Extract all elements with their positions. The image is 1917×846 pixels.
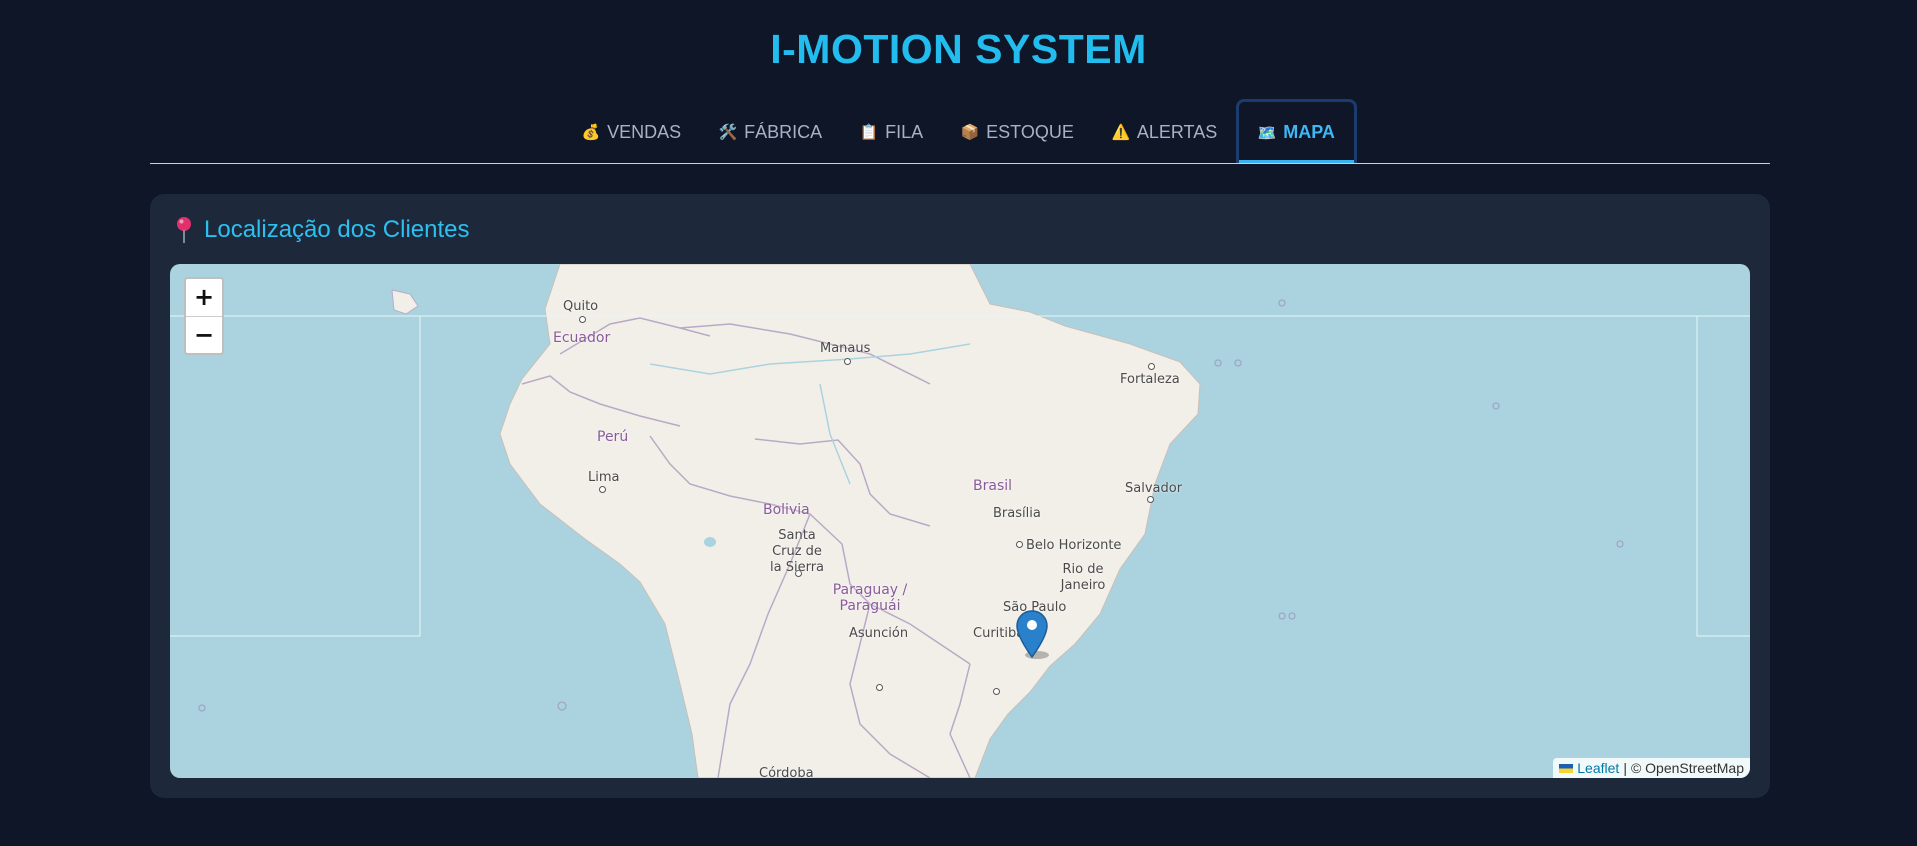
tab-fila[interactable]: 📋 FILA <box>841 101 942 163</box>
osm-attribution[interactable]: © OpenStreetMap <box>1631 760 1744 776</box>
ukraine-flag-icon <box>1559 763 1574 773</box>
place-belo-horizonte: Belo Horizonte <box>1026 538 1122 553</box>
lake-titicaca <box>704 537 716 547</box>
client-location-card: Localização dos Clientes Quito Ecuador M… <box>150 194 1770 798</box>
warning-icon: ⚠️ <box>1111 124 1131 141</box>
main-nav: 💰 VENDAS 🛠️ FÁBRICA 📋 FILA 📦 ESTOQUE ⚠️ … <box>150 99 1770 164</box>
city-dot-salvador <box>1147 496 1154 503</box>
tab-estoque[interactable]: 📦 ESTOQUE <box>942 101 1093 163</box>
city-dot-manaus <box>844 358 851 365</box>
city-dot-brasilia <box>1016 541 1023 548</box>
place-salvador: Salvador <box>1125 481 1183 496</box>
place-lima: Lima <box>588 470 620 485</box>
place-quito: Quito <box>563 299 599 314</box>
place-rio: Rio de Janeiro <box>1060 562 1106 593</box>
zoom-in-button[interactable]: + <box>186 279 222 316</box>
tab-label: ALERTAS <box>1136 121 1218 142</box>
map-attribution: Leaflet | © OpenStreetMap <box>1553 758 1750 778</box>
money-bag-icon: 💰 <box>581 124 601 141</box>
tab-alertas[interactable]: ⚠️ ALERTAS <box>1093 101 1236 163</box>
map-tiles[interactable] <box>170 264 1750 778</box>
place-ecuador: Ecuador <box>553 330 611 346</box>
galapagos-islands <box>391 289 419 315</box>
tab-vendas[interactable]: 💰 VENDAS <box>563 101 700 163</box>
place-paraguay: Paraguay / Paraguái <box>832 582 908 614</box>
tab-label: ESTOQUE <box>986 121 1074 142</box>
zoom-control: + − <box>184 277 224 355</box>
package-icon: 📦 <box>960 124 980 141</box>
place-peru: Perú <box>597 429 629 445</box>
place-brasilia: Brasília <box>993 506 1041 521</box>
attribution-separator: | <box>1623 760 1627 776</box>
tab-label: FÁBRICA <box>744 121 823 142</box>
leaflet-link[interactable]: Leaflet <box>1577 760 1619 776</box>
zoom-out-button[interactable]: − <box>186 315 222 353</box>
card-title: Localização dos Clientes <box>174 216 470 244</box>
place-asuncion: Asunción <box>849 626 909 641</box>
place-brasil: Brasil <box>973 478 1013 494</box>
place-cordoba: Córdoba <box>759 766 814 778</box>
city-dot-fortaleza <box>1148 363 1155 370</box>
tab-label: MAPA <box>1283 122 1335 142</box>
tab-label: FILA <box>885 121 924 142</box>
city-dot-curitiba <box>993 688 1000 695</box>
pushpin-icon <box>177 217 191 243</box>
client-map[interactable]: Quito Ecuador Manaus Fortaleza Perú Lima… <box>170 264 1750 778</box>
tools-icon: 🛠️ <box>718 124 738 141</box>
card-title-text: Localização dos Clientes <box>204 216 470 243</box>
map-icon: 🗺️ <box>1257 124 1277 142</box>
place-bolivia: Bolivia <box>763 502 810 518</box>
place-manaus: Manaus <box>820 341 871 356</box>
client-marker-icon[interactable] <box>1015 609 1049 661</box>
place-fortaleza: Fortaleza <box>1120 372 1180 387</box>
place-santa-cruz: Santa Cruz de la Sierra <box>770 528 824 575</box>
tab-fabrica[interactable]: 🛠️ FÁBRICA <box>700 101 841 163</box>
tab-label: VENDAS <box>607 121 682 142</box>
tab-mapa[interactable]: 🗺️ MAPA <box>1236 99 1357 163</box>
city-dot-lima <box>599 486 606 493</box>
clipboard-icon: 📋 <box>859 124 879 141</box>
app-title: I-MOTION SYSTEM <box>770 26 1147 72</box>
city-dot-asuncion <box>876 684 883 691</box>
city-dot-quito <box>579 316 586 323</box>
